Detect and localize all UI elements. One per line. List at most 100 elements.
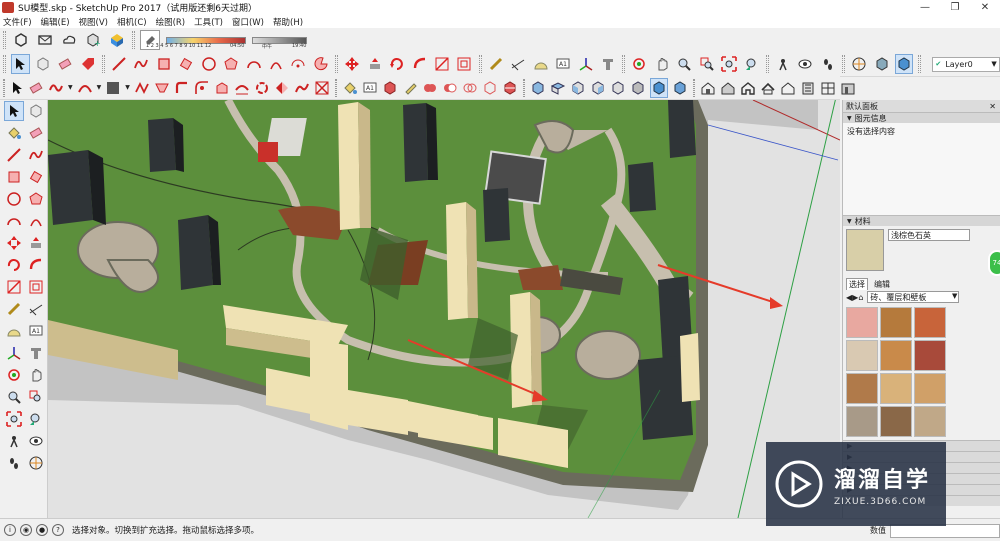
xray-icon[interactable] — [649, 77, 668, 98]
pan-icon[interactable] — [26, 365, 46, 385]
home-icon[interactable] — [740, 78, 756, 98]
paint-bucket-icon[interactable] — [342, 78, 358, 98]
3d-text-icon[interactable] — [599, 54, 617, 74]
orbit-icon[interactable] — [630, 54, 648, 74]
line-icon[interactable] — [4, 145, 24, 165]
toolbar-grip[interactable] — [334, 78, 337, 97]
zoom-icon[interactable] — [4, 387, 24, 407]
toolbar-grip[interactable] — [3, 78, 5, 97]
material-swatch[interactable] — [914, 373, 946, 404]
new-model-icon[interactable] — [11, 30, 31, 50]
text-icon[interactable]: A1 — [554, 54, 572, 74]
freehand-icon[interactable] — [132, 54, 150, 74]
section-display-icon[interactable] — [872, 54, 890, 74]
rotated-rect-icon[interactable] — [177, 54, 195, 74]
zoom-extents-icon[interactable] — [720, 54, 738, 74]
pie-icon[interactable] — [312, 54, 330, 74]
square-fill-icon[interactable] — [105, 78, 121, 98]
axes-icon[interactable] — [4, 343, 24, 363]
menu-edit[interactable]: 编辑(E) — [41, 16, 70, 28]
left-view-icon[interactable] — [630, 78, 646, 98]
smooth-icon[interactable] — [294, 78, 310, 98]
toolbar-grip[interactable] — [3, 31, 6, 49]
flip-icon[interactable] — [274, 78, 290, 98]
toolbar-grip[interactable] — [765, 55, 769, 73]
dimension-icon[interactable] — [26, 299, 46, 319]
position-camera-icon[interactable] — [774, 54, 792, 74]
bezier-icon[interactable] — [77, 78, 93, 98]
split-icon[interactable] — [502, 78, 518, 98]
eraser-icon[interactable] — [56, 54, 74, 74]
circle-icon[interactable] — [200, 54, 218, 74]
zoom-window-icon[interactable] — [697, 54, 715, 74]
right-view-icon[interactable] — [590, 78, 606, 98]
menu-file[interactable]: 文件(F) — [3, 16, 32, 28]
layer-dropdown[interactable]: ✔ Layer0 ▼ — [932, 56, 1000, 72]
make-component-icon[interactable] — [34, 54, 52, 74]
rotate-icon[interactable] — [4, 255, 24, 275]
send-icon[interactable] — [35, 30, 55, 50]
toolbar-grip[interactable] — [522, 78, 525, 97]
arc-icon[interactable] — [244, 54, 262, 74]
extension-warehouse-icon[interactable] — [107, 30, 127, 50]
offset-icon[interactable] — [26, 277, 46, 297]
walk-icon[interactable] — [819, 54, 837, 74]
weld-icon[interactable] — [134, 78, 150, 98]
wall-icon[interactable] — [840, 78, 856, 98]
rotated-rect-icon[interactable] — [26, 167, 46, 187]
collection-dropdown[interactable]: 砖、覆层和壁板 ▼ — [867, 291, 960, 303]
dropdown-arrow-icon[interactable]: ▼ — [68, 78, 73, 98]
tape-icon[interactable] — [487, 54, 505, 74]
building-icon[interactable] — [800, 78, 816, 98]
material-swatch[interactable] — [880, 307, 912, 338]
joint-push-pull-icon[interactable] — [154, 78, 170, 98]
toolbar-grip[interactable] — [692, 78, 695, 97]
roof-icon[interactable] — [760, 78, 776, 98]
zoom-icon[interactable] — [675, 54, 693, 74]
dimension-icon[interactable] — [509, 54, 527, 74]
curve-icon[interactable] — [48, 78, 64, 98]
rectangle-icon[interactable] — [155, 54, 173, 74]
text-icon[interactable]: A1 — [26, 321, 46, 341]
iso-view-icon[interactable] — [530, 78, 546, 98]
warehouse-icon[interactable] — [700, 78, 716, 98]
material-swatch[interactable] — [846, 406, 878, 437]
polygon-icon[interactable] — [26, 189, 46, 209]
front-view-icon[interactable] — [570, 78, 586, 98]
section-plane-icon[interactable] — [26, 453, 46, 473]
toolbar-grip[interactable] — [478, 55, 482, 73]
eraser-icon[interactable] — [26, 123, 46, 143]
tag-icon[interactable] — [78, 54, 96, 74]
close-icon[interactable]: ✕ — [989, 102, 996, 111]
polygon-icon[interactable] — [222, 54, 240, 74]
trim-icon[interactable] — [482, 78, 498, 98]
dropdown-arrow-icon[interactable]: ▼ — [97, 78, 102, 98]
pushpull-icon[interactable] — [365, 54, 383, 74]
back-view-icon[interactable] — [610, 78, 626, 98]
tab-select[interactable]: 选择 — [846, 278, 868, 290]
user-icon[interactable]: ? — [52, 524, 64, 536]
geo-location-icon[interactable]: ◉ — [20, 524, 32, 536]
window-frame-icon[interactable] — [820, 78, 836, 98]
arc2-icon[interactable] — [267, 54, 285, 74]
rectangle-icon[interactable] — [4, 167, 24, 187]
axes-icon[interactable] — [576, 54, 594, 74]
toolbar-grip[interactable] — [335, 55, 339, 73]
eraser-icon[interactable] — [28, 78, 44, 98]
make-component-icon[interactable] — [26, 101, 46, 121]
menu-draw[interactable]: 绘图(R) — [156, 16, 186, 28]
pushpull-icon[interactable] — [26, 233, 46, 253]
move-icon[interactable] — [343, 54, 361, 74]
zoom-extents-icon[interactable] — [4, 409, 24, 429]
arc3-icon[interactable] — [289, 54, 307, 74]
info-icon[interactable]: i — [4, 524, 16, 536]
material-swatch[interactable] — [880, 406, 912, 437]
look-around-icon[interactable] — [796, 54, 814, 74]
zoom-window-icon[interactable] — [26, 387, 46, 407]
materials-header[interactable]: ▼ 材料 — [843, 215, 1000, 226]
tab-edit[interactable]: 编辑 — [872, 279, 892, 290]
arc-icon[interactable] — [4, 211, 24, 231]
followme-icon[interactable] — [26, 255, 46, 275]
grid-icon[interactable] — [314, 78, 330, 98]
toolbar-grip[interactable] — [918, 55, 922, 73]
